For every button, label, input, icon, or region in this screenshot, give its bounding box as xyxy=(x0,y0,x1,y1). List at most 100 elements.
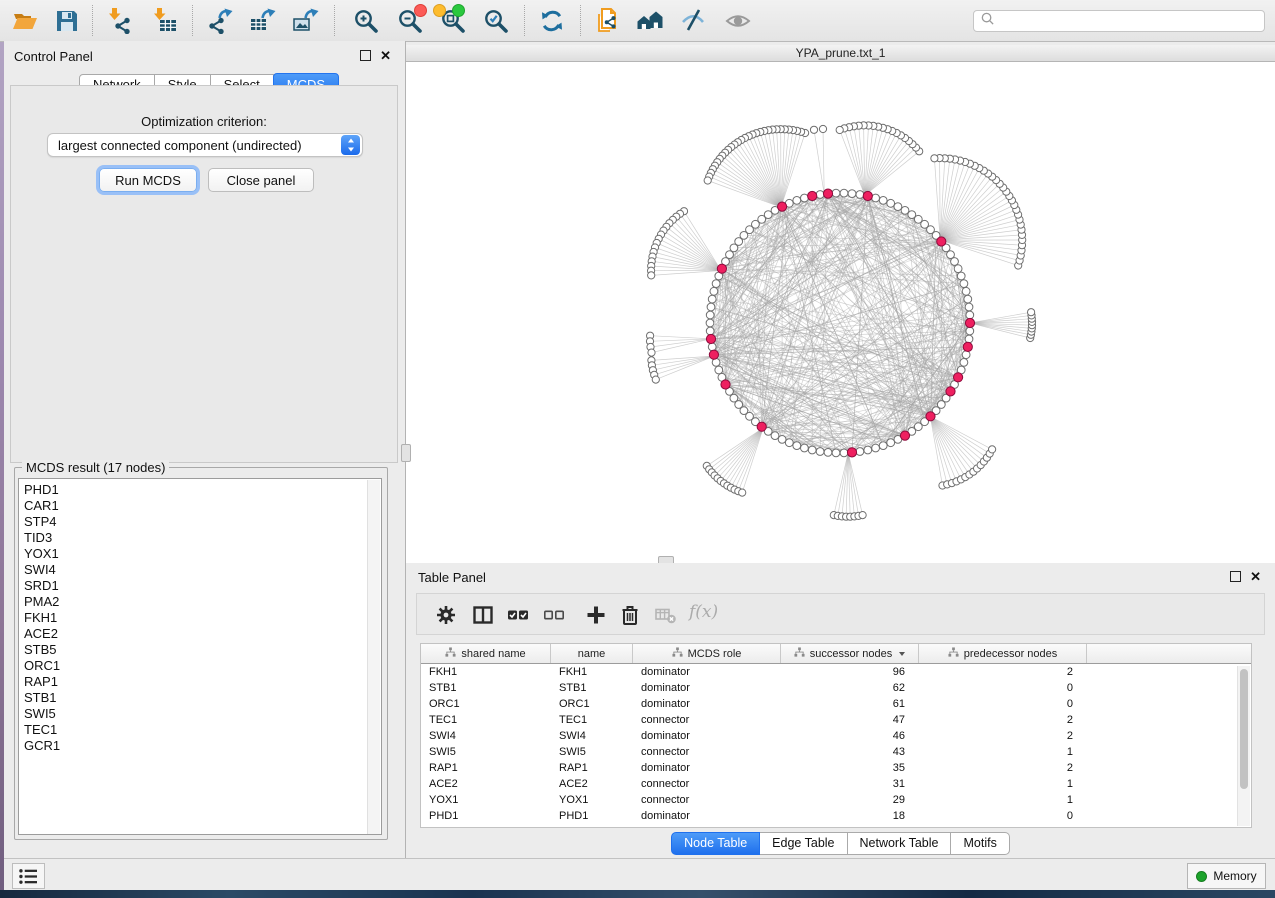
control-panel-close-button[interactable]: ✕ xyxy=(380,51,391,60)
tab-node-table[interactable]: Node Table xyxy=(671,832,760,855)
cell-predecessor-nodes[interactable]: 2 xyxy=(919,762,1087,774)
cell-MCDS-role[interactable]: connector xyxy=(633,714,781,726)
window-zoom-traffic-light[interactable] xyxy=(452,4,465,17)
close-panel-button[interactable]: Close panel xyxy=(208,168,314,192)
cell-name[interactable]: FKH1 xyxy=(551,666,633,678)
tab-edge-table[interactable]: Edge Table xyxy=(760,832,847,855)
column-header-successor-nodes[interactable]: successor nodes xyxy=(781,644,919,663)
cell-MCDS-role[interactable]: dominator xyxy=(633,682,781,694)
node-table-scrollbar[interactable] xyxy=(1237,666,1250,826)
cell-MCDS-role[interactable]: dominator xyxy=(633,698,781,710)
cell-successor-nodes[interactable]: 18 xyxy=(781,810,919,822)
mcds-result-item[interactable]: ORC1 xyxy=(24,658,381,674)
cell-name[interactable]: STB1 xyxy=(551,682,633,694)
share-document-icon[interactable] xyxy=(594,7,621,34)
cell-shared-name[interactable]: TEC1 xyxy=(421,714,551,726)
table-row[interactable]: RAP1RAP1dominator352 xyxy=(421,760,1251,776)
table-row[interactable]: ORC1ORC1dominator610 xyxy=(421,696,1251,712)
select-all-icon[interactable] xyxy=(507,604,529,626)
home-icon[interactable] xyxy=(636,7,663,34)
mcds-result-item[interactable]: PHD1 xyxy=(24,482,381,498)
tab-motifs[interactable]: Motifs xyxy=(951,832,1009,855)
cell-name[interactable]: SWI4 xyxy=(551,730,633,742)
column-selector-icon[interactable] xyxy=(472,604,494,626)
search-box[interactable] xyxy=(973,10,1265,32)
window-minimize-traffic-light[interactable] xyxy=(433,4,446,17)
mcds-result-item[interactable]: FKH1 xyxy=(24,610,381,626)
table-row[interactable]: SWI5SWI5connector431 xyxy=(421,744,1251,760)
column-header-MCDS-role[interactable]: MCDS role xyxy=(633,644,781,663)
cell-predecessor-nodes[interactable]: 2 xyxy=(919,714,1087,726)
mcds-result-item[interactable]: YOX1 xyxy=(24,546,381,562)
export-image-icon[interactable] xyxy=(292,7,319,34)
table-settings-gear-icon[interactable] xyxy=(435,604,457,626)
import-network-icon[interactable] xyxy=(105,7,132,34)
mcds-result-item[interactable]: TID3 xyxy=(24,530,381,546)
column-header-predecessor-nodes[interactable]: predecessor nodes xyxy=(919,644,1087,663)
mcds-result-scrollbar[interactable] xyxy=(367,480,380,835)
mcds-result-item[interactable]: STB5 xyxy=(24,642,381,658)
refresh-layout-icon[interactable] xyxy=(538,7,565,34)
cell-MCDS-role[interactable]: dominator xyxy=(633,730,781,742)
run-mcds-button[interactable]: Run MCDS xyxy=(99,168,197,192)
cell-name[interactable]: PHD1 xyxy=(551,810,633,822)
export-network-icon[interactable] xyxy=(206,7,233,34)
tab-network-table[interactable]: Network Table xyxy=(848,832,952,855)
cell-shared-name[interactable]: FKH1 xyxy=(421,666,551,678)
vertical-splitter[interactable] xyxy=(405,45,406,563)
column-header-name[interactable]: name xyxy=(551,644,633,663)
cell-successor-nodes[interactable]: 61 xyxy=(781,698,919,710)
mcds-result-item[interactable]: PMA2 xyxy=(24,594,381,610)
search-input[interactable] xyxy=(999,13,1264,29)
table-row[interactable]: PHD1PHD1dominator180 xyxy=(421,808,1251,824)
task-history-button[interactable] xyxy=(12,863,45,889)
cell-MCDS-role[interactable]: connector xyxy=(633,794,781,806)
cell-shared-name[interactable]: SWI4 xyxy=(421,730,551,742)
open-file-icon[interactable] xyxy=(11,7,38,34)
table-panel-float-button[interactable] xyxy=(1230,571,1241,582)
cell-name[interactable]: ORC1 xyxy=(551,698,633,710)
column-header-shared-name[interactable]: shared name xyxy=(421,644,551,663)
cell-successor-nodes[interactable]: 46 xyxy=(781,730,919,742)
cell-MCDS-role[interactable]: dominator xyxy=(633,762,781,774)
export-table-icon[interactable] xyxy=(249,7,276,34)
cell-predecessor-nodes[interactable]: 0 xyxy=(919,698,1087,710)
cell-predecessor-nodes[interactable]: 1 xyxy=(919,778,1087,790)
vertical-splitter-handle[interactable] xyxy=(401,444,411,462)
cell-MCDS-role[interactable]: dominator xyxy=(633,666,781,678)
cell-predecessor-nodes[interactable]: 2 xyxy=(919,666,1087,678)
network-graph[interactable] xyxy=(406,62,1275,563)
cell-shared-name[interactable]: YOX1 xyxy=(421,794,551,806)
cell-successor-nodes[interactable]: 29 xyxy=(781,794,919,806)
mcds-result-item[interactable]: ACE2 xyxy=(24,626,381,642)
control-panel-float-button[interactable] xyxy=(360,50,371,61)
import-table-icon[interactable] xyxy=(150,7,177,34)
cell-name[interactable]: ACE2 xyxy=(551,778,633,790)
zoom-selected-icon[interactable] xyxy=(482,7,509,34)
mcds-result-item[interactable]: GCR1 xyxy=(24,738,381,754)
cell-predecessor-nodes[interactable]: 0 xyxy=(919,682,1087,694)
mcds-result-list[interactable]: PHD1CAR1STP4TID3YOX1SWI4SRD1PMA2FKH1ACE2… xyxy=(18,478,382,835)
mcds-result-item[interactable]: SWI5 xyxy=(24,706,381,722)
cell-predecessor-nodes[interactable]: 0 xyxy=(919,810,1087,822)
cell-predecessor-nodes[interactable]: 1 xyxy=(919,794,1087,806)
table-row[interactable]: TEC1TEC1connector472 xyxy=(421,712,1251,728)
cell-shared-name[interactable]: STB1 xyxy=(421,682,551,694)
cell-MCDS-role[interactable]: connector xyxy=(633,778,781,790)
memory-button[interactable]: Memory xyxy=(1187,863,1266,889)
delete-trash-icon[interactable] xyxy=(619,604,641,626)
table-row[interactable]: FKH1FKH1dominator962 xyxy=(421,664,1251,680)
mcds-result-item[interactable]: SRD1 xyxy=(24,578,381,594)
cell-name[interactable]: YOX1 xyxy=(551,794,633,806)
mcds-result-item[interactable]: STB1 xyxy=(24,690,381,706)
table-row[interactable]: STB1STB1dominator620 xyxy=(421,680,1251,696)
cell-MCDS-role[interactable]: dominator xyxy=(633,810,781,822)
cell-name[interactable]: RAP1 xyxy=(551,762,633,774)
deselect-all-icon[interactable] xyxy=(543,604,565,626)
cell-shared-name[interactable]: PHD1 xyxy=(421,810,551,822)
table-row[interactable]: YOX1YOX1connector291 xyxy=(421,792,1251,808)
cell-successor-nodes[interactable]: 43 xyxy=(781,746,919,758)
cell-successor-nodes[interactable]: 96 xyxy=(781,666,919,678)
cell-predecessor-nodes[interactable]: 1 xyxy=(919,746,1087,758)
network-view-canvas[interactable] xyxy=(406,62,1275,563)
